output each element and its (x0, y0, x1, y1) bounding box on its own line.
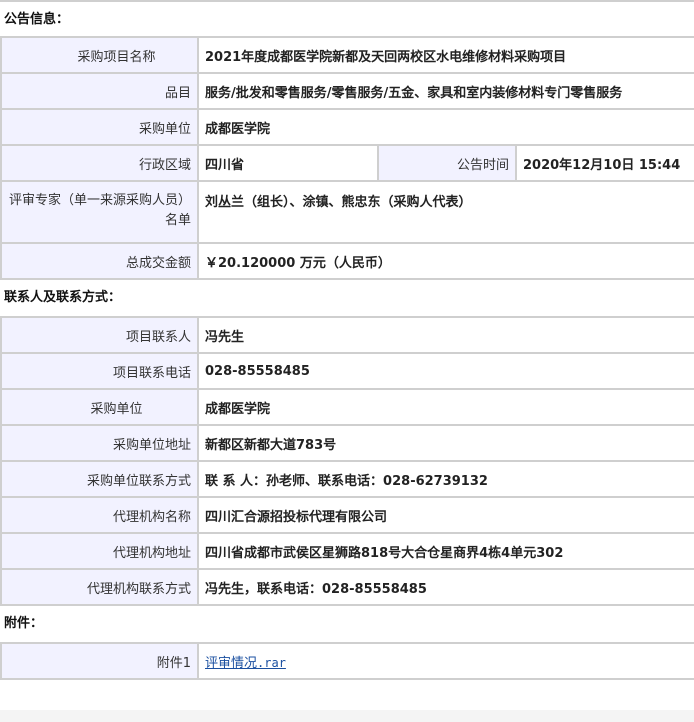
contact-row: 代理机构名称 四川汇合源招投标代理有限公司 (0, 496, 694, 534)
contact-label: 项目联系人 (0, 316, 199, 354)
contact-value: 联 系 人：孙老师、联系电话：028-62739132 (197, 460, 694, 498)
contact-value: 冯先生 (197, 316, 694, 354)
row-region-time: 行政区域 四川省 公告时间 2020年12月10日 15:44 (0, 144, 694, 182)
value-project-name: 2021年度成都医学院新都及天回两校区水电维修材料采购项目 (197, 36, 694, 74)
row-purchaser: 采购单位 成都医学院 (0, 108, 694, 146)
section-title-contacts: 联系人及联系方式： (4, 290, 122, 305)
row-category: 品目 服务/批发和零售服务/零售服务/五金、家具和室内装修材料专门零售服务 (0, 72, 694, 110)
attachment-link[interactable]: 评审情况.rar (205, 656, 286, 671)
value-total: ￥20.120000 万元（人民币） (197, 242, 694, 280)
row-attachment-1: 附件1 评审情况.rar (0, 642, 694, 680)
row-project-name: 采购项目名称 2021年度成都医学院新都及天回两校区水电维修材料采购项目 (0, 36, 694, 74)
contact-value: 新都区新都大道783号 (197, 424, 694, 462)
attachment-file-ext: .rar (257, 655, 286, 670)
contacts-table: 项目联系人 冯先生 项目联系电话 028-85558485 采购单位 成都医学院 采购单位地… (0, 316, 694, 606)
label-experts: 评审专家（单一来源采购人员）名单 (0, 180, 199, 244)
contact-label: 代理机构地址 (0, 532, 199, 570)
announcement-table: 采购项目名称 2021年度成都医学院新都及天回两校区水电维修材料采购项目 品目 … (0, 36, 694, 280)
label-region: 行政区域 (0, 144, 199, 182)
value-purchaser: 成都医学院 (197, 108, 694, 146)
value-announce-time: 2020年12月10日 15:44 (515, 144, 694, 182)
label-total: 总成交金额 (0, 242, 199, 280)
contact-row: 采购单位地址 新都区新都大道783号 (0, 424, 694, 462)
footer-bar (0, 710, 694, 722)
contact-label: 项目联系电话 (0, 352, 199, 390)
contact-row: 项目联系电话 028-85558485 (0, 352, 694, 390)
value-attachment-1: 评审情况.rar (197, 642, 694, 680)
contact-row: 采购单位联系方式联 系 人：孙老师、联系电话：028-62739132 (0, 460, 694, 498)
contact-value: 四川汇合源招投标代理有限公司 (197, 496, 694, 534)
label-purchaser: 采购单位 (0, 108, 199, 146)
section-title-announcement: 公告信息： (0, 0, 694, 36)
value-experts: 刘丛兰（组长）、涂镇、熊忠东（采购人代表） (197, 180, 694, 244)
contact-label: 采购单位联系方式 (0, 460, 199, 498)
attachment-file-name: 评审情况 (205, 655, 258, 671)
contact-row: 采购单位 成都医学院 (0, 388, 694, 426)
contact-row: 代理机构联系方式 冯先生，联系电话：028-85558485 (0, 568, 694, 606)
contact-value: 四川省成都市武侯区星狮路818号大合仓星商界4栋4单元302 (197, 532, 694, 570)
label-category: 品目 (0, 72, 199, 110)
contact-row: 项目联系人 冯先生 (0, 316, 694, 354)
contact-row: 代理机构地址 四川省成都市武侯区星狮路818号大合仓星商界4栋4单元302 (0, 532, 694, 570)
contact-label: 采购单位 (0, 388, 199, 426)
row-experts: 评审专家（单一来源采购人员）名单 刘丛兰（组长）、涂镇、熊忠东（采购人代表） (0, 180, 694, 244)
label-announce-time: 公告时间 (377, 144, 517, 182)
label-project-name: 采购项目名称 (0, 36, 199, 74)
contact-label: 采购单位地址 (0, 424, 199, 462)
section-title-attachments: 附件： (4, 616, 44, 631)
announcement-page: 公告信息： 采购项目名称 2021年度成都医学院新都及天回两校区水电维修材料采购… (0, 0, 694, 680)
row-total: 总成交金额 ￥20.120000 万元（人民币） (0, 242, 694, 280)
contact-value: 028-85558485 (197, 352, 694, 390)
value-region: 四川省 (197, 144, 379, 182)
contact-label: 代理机构联系方式 (0, 568, 199, 606)
contact-value: 成都医学院 (197, 388, 694, 426)
value-category: 服务/批发和零售服务/零售服务/五金、家具和室内装修材料专门零售服务 (197, 72, 694, 110)
contact-value: 冯先生，联系电话：028-85558485 (197, 568, 694, 606)
attachments-table: 附件1 评审情况.rar (0, 642, 694, 680)
label-attachment-1: 附件1 (0, 642, 199, 680)
contact-label: 代理机构名称 (0, 496, 199, 534)
